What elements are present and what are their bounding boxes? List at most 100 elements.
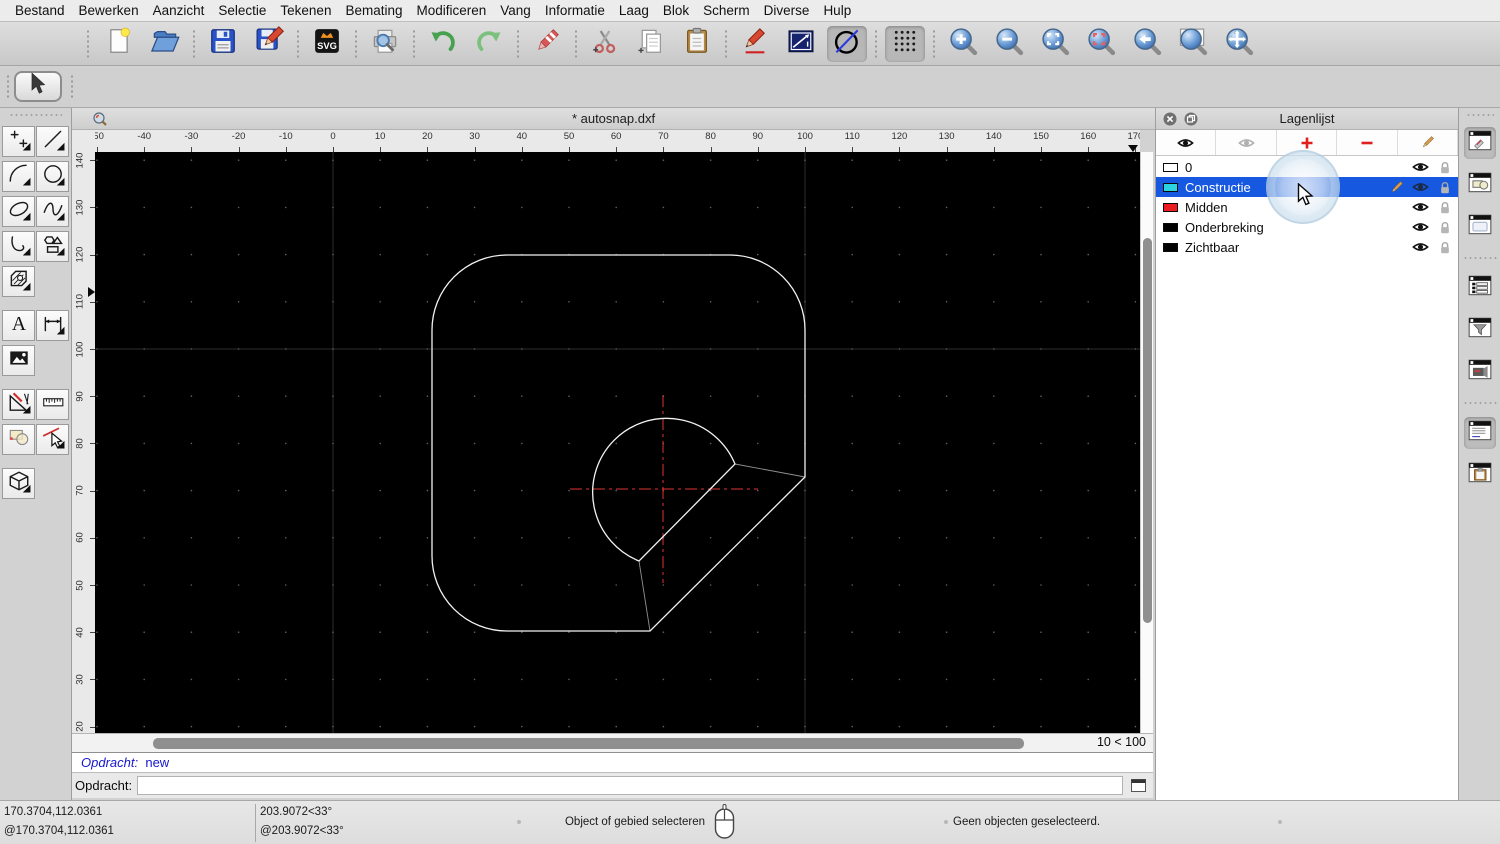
cut-button[interactable] <box>585 26 625 62</box>
panel-close-icon[interactable] <box>1162 111 1178 127</box>
toolbar-drag-handle[interactable] <box>70 74 74 100</box>
horizontal-scrollbar-thumb[interactable] <box>153 738 1024 749</box>
svg-export-button[interactable]: SVG <box>307 26 347 62</box>
layer-row-midden[interactable]: Midden <box>1156 197 1458 217</box>
tool-measure-button[interactable] <box>2 389 35 420</box>
add-layer-button[interactable] <box>1277 130 1338 155</box>
menu-informatie[interactable]: Informatie <box>538 3 612 18</box>
print-preview-button[interactable] <box>365 26 405 62</box>
draw-pencil-button[interactable] <box>735 26 775 62</box>
zoom-auto-button[interactable] <box>1035 26 1075 62</box>
layer-visibility-icon[interactable] <box>1412 199 1429 215</box>
dock-library-button[interactable] <box>1464 211 1496 243</box>
show-all-layers-button[interactable] <box>1156 130 1217 155</box>
hole-circle[interactable] <box>592 417 736 562</box>
tool-circle-button[interactable] <box>36 161 69 192</box>
tool-ellipse-button[interactable] <box>2 196 35 227</box>
menu-aanzicht[interactable]: Aanzicht <box>146 3 212 18</box>
layer-lock-icon[interactable] <box>1436 179 1453 195</box>
tool-text-button[interactable]: A <box>2 310 35 341</box>
dock-drag-handle[interactable] <box>1465 113 1494 118</box>
dock-plugin-button[interactable] <box>1464 356 1496 388</box>
layer-lock-icon[interactable] <box>1436 199 1453 215</box>
tool-arc-button[interactable] <box>2 161 35 192</box>
tool-select-entity-button[interactable] <box>36 424 69 455</box>
edit-layer-button[interactable] <box>1398 130 1459 155</box>
tool-points-button[interactable] <box>2 126 35 157</box>
zoom-window-button[interactable] <box>1173 26 1213 62</box>
save-button[interactable] <box>203 26 243 62</box>
layer-row-0[interactable]: 0 <box>1156 157 1458 177</box>
remove-layer-button[interactable] <box>1337 130 1398 155</box>
menu-scherm[interactable]: Scherm <box>696 3 757 18</box>
copy-button[interactable] <box>631 26 671 62</box>
menu-selectie[interactable]: Selectie <box>211 3 273 18</box>
zoom-select-button[interactable] <box>1081 26 1121 62</box>
zoom-in-button[interactable] <box>943 26 983 62</box>
tool-polygon-button[interactable] <box>36 231 69 262</box>
save-as-button[interactable] <box>249 26 289 62</box>
tool-ruler-button[interactable] <box>36 389 69 420</box>
tool-line-button[interactable] <box>36 126 69 157</box>
dock-clipboard-button[interactable] <box>1464 459 1496 491</box>
menu-modificeren[interactable]: Modificeren <box>410 3 494 18</box>
menu-tekenen[interactable]: Tekenen <box>273 3 338 18</box>
zoom-pan-button[interactable] <box>1219 26 1259 62</box>
selection-tool-button[interactable] <box>14 71 62 102</box>
vertical-scrollbar-thumb[interactable] <box>1143 238 1152 623</box>
layer-lock-icon[interactable] <box>1436 239 1453 255</box>
menu-laag[interactable]: Laag <box>612 3 656 18</box>
layer-row-onderbreking[interactable]: Onderbreking <box>1156 217 1458 237</box>
palette-drag-handle[interactable] <box>9 113 62 118</box>
folder-open-button[interactable] <box>145 26 185 62</box>
part-outline[interactable] <box>431 254 806 632</box>
document-titlebar[interactable]: * autosnap.dxf <box>72 108 1155 130</box>
layer-row-constructie[interactable]: Constructie <box>1156 177 1458 197</box>
dock-command-button[interactable] <box>1463 417 1496 449</box>
construction-pencil-icon[interactable] <box>1388 179 1405 195</box>
circle-tool-button[interactable] <box>827 25 867 62</box>
command-widget-toggle-button[interactable] <box>1128 778 1148 794</box>
tool-solid3d-button[interactable] <box>2 468 35 499</box>
toolbar-drag-handle[interactable] <box>86 28 90 59</box>
menu-bestand[interactable]: Bestand <box>8 3 72 18</box>
horizontal-scrollbar[interactable]: 10 < 100 <box>72 733 1153 752</box>
command-input[interactable] <box>137 776 1123 795</box>
zoom-prev-button[interactable] <box>1127 26 1167 62</box>
dock-blocks-button[interactable] <box>1464 169 1496 201</box>
menu-hulp[interactable]: Hulp <box>816 3 858 18</box>
tool-image-button[interactable] <box>2 345 35 376</box>
tool-dimension-button[interactable] <box>36 310 69 341</box>
grid-toggle-button[interactable] <box>885 25 925 62</box>
break-line-bottom[interactable] <box>638 560 651 632</box>
layer-visibility-icon[interactable] <box>1412 239 1429 255</box>
panel-float-icon[interactable] <box>1183 111 1199 127</box>
zoom-out-button[interactable] <box>989 26 1029 62</box>
menu-blok[interactable]: Blok <box>656 3 696 18</box>
layer-lock-icon[interactable] <box>1436 159 1453 175</box>
menu-vang[interactable]: Vang <box>493 3 538 18</box>
dock-layer-list-button[interactable] <box>1464 272 1496 304</box>
line-tool-button[interactable] <box>781 26 821 62</box>
dock-filter-button[interactable] <box>1464 314 1496 346</box>
menu-diverse[interactable]: Diverse <box>757 3 817 18</box>
undo-button[interactable] <box>423 26 463 62</box>
paste-button[interactable] <box>677 26 717 62</box>
layer-visibility-icon[interactable] <box>1412 179 1429 195</box>
vertical-scrollbar[interactable] <box>1140 152 1153 733</box>
tool-modify-button[interactable] <box>2 424 35 455</box>
layer-visibility-icon[interactable] <box>1412 219 1429 235</box>
dock-pen-button[interactable] <box>1463 127 1496 159</box>
redo-button[interactable] <box>469 26 509 62</box>
break-line-top[interactable] <box>734 463 806 478</box>
layer-row-zichtbaar[interactable]: Zichtbaar <box>1156 237 1458 257</box>
tool-spline-button[interactable] <box>36 196 69 227</box>
tool-polyline-button[interactable] <box>2 231 35 262</box>
drawing-canvas[interactable] <box>95 152 1140 733</box>
layer-lock-icon[interactable] <box>1436 219 1453 235</box>
menu-bemating[interactable]: Bemating <box>338 3 409 18</box>
hide-all-layers-button[interactable] <box>1216 130 1277 155</box>
tool-hatch-button[interactable] <box>2 266 35 297</box>
doc-new-button[interactable] <box>99 26 139 62</box>
toolbar-drag-handle[interactable] <box>6 74 10 100</box>
